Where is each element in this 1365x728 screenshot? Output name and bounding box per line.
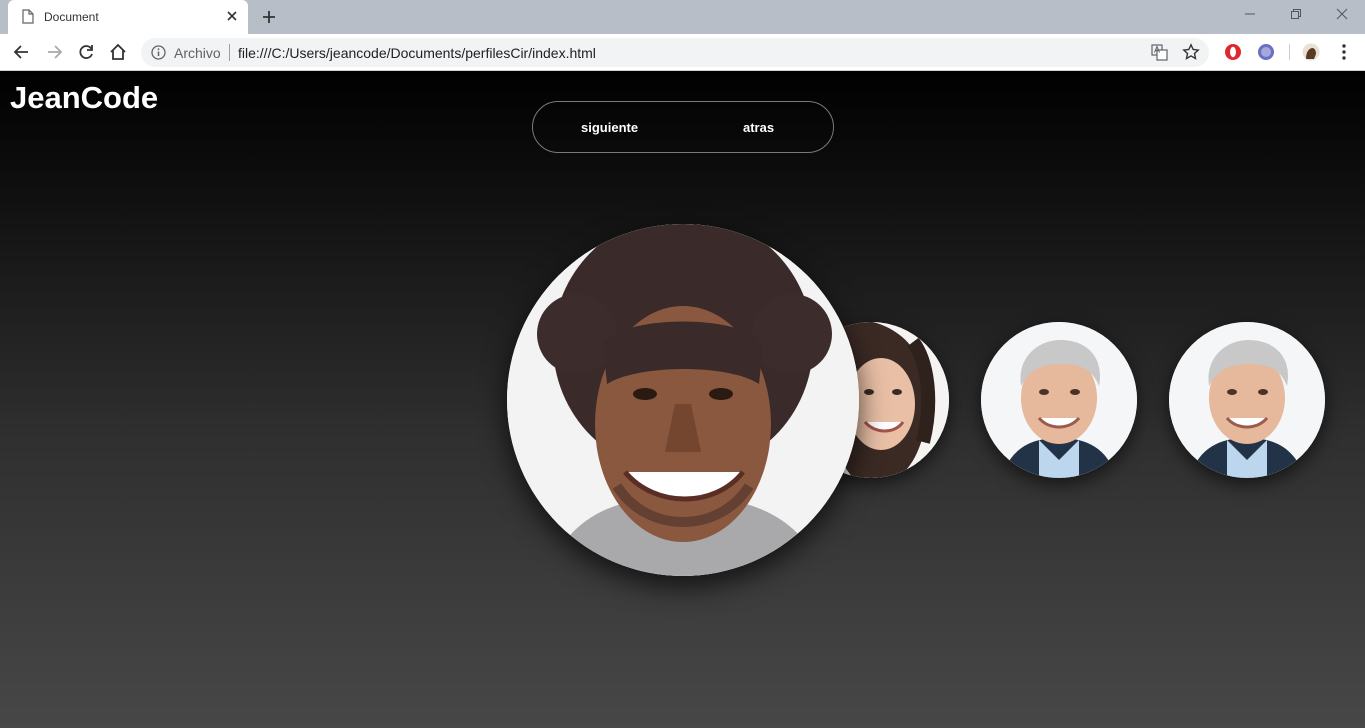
home-icon[interactable] (108, 42, 128, 62)
back-arrow-icon[interactable] (12, 42, 32, 62)
window-close-button[interactable] (1319, 0, 1365, 30)
window-close-icon (1336, 8, 1348, 20)
tab-strip: Document (0, 0, 1365, 34)
gray-man-portrait (981, 322, 1137, 478)
info-icon[interactable] (151, 45, 166, 60)
close-icon[interactable] (224, 8, 240, 24)
profile-avatar-man-gray-1[interactable] (981, 322, 1137, 478)
back-button[interactable]: atras (743, 120, 774, 135)
divider (229, 44, 230, 61)
star-icon[interactable] (1182, 43, 1200, 61)
forward-arrow-icon[interactable] (44, 42, 64, 62)
carousel-controls: siguiente atras (532, 101, 834, 153)
brand-title: JeanCode (10, 80, 159, 115)
gray-man-portrait (1169, 322, 1325, 478)
plus-icon[interactable] (260, 8, 278, 26)
browser-toolbar: Archivo file:///C:/Users/jeancode/Docume… (0, 34, 1365, 71)
url-text[interactable]: file:///C:/Users/jeancode/Documents/perf… (238, 45, 596, 61)
divider (1289, 44, 1290, 60)
translate-icon[interactable] (1151, 44, 1168, 61)
profile-avatar-man-gray-2[interactable] (1169, 322, 1325, 478)
maximize-button[interactable] (1273, 0, 1319, 30)
tab-title: Document (44, 10, 99, 24)
extension-icon[interactable] (1257, 43, 1275, 61)
security-label: Archivo (174, 45, 221, 61)
next-button[interactable]: siguiente (581, 120, 638, 135)
reload-icon[interactable] (76, 42, 96, 62)
profile-avatar-active[interactable] (507, 224, 859, 576)
profile-avatar-icon[interactable] (1302, 43, 1320, 61)
page-viewport: JeanCode siguiente atras (0, 71, 1365, 728)
opera-icon[interactable] (1224, 43, 1242, 61)
browser-tab[interactable]: Document (8, 0, 248, 34)
minimize-button[interactable] (1227, 0, 1273, 30)
page-icon (22, 9, 34, 24)
minimize-icon (1245, 13, 1255, 15)
address-bar[interactable]: Archivo file:///C:/Users/jeancode/Docume… (141, 38, 1209, 67)
kebab-menu-icon[interactable] (1336, 43, 1352, 61)
maximize-icon (1291, 9, 1301, 19)
curly-hair-man-portrait (507, 224, 859, 576)
